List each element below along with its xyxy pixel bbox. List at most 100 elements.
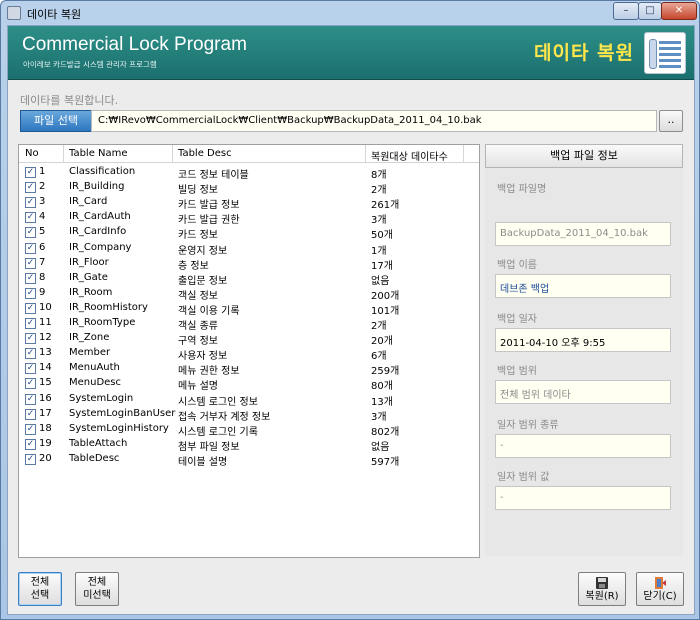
row-table-desc: 카드 발급 권한 bbox=[178, 215, 240, 227]
table-row[interactable]: ✓ 15 MenuDesc 메뉴 설명 80개 bbox=[19, 376, 479, 392]
minimize-button[interactable]: – bbox=[613, 2, 639, 20]
table-row[interactable]: ✓ 2 IR_Building 빌딩 정보 2개 bbox=[19, 180, 479, 197]
table-row[interactable]: ✓ 1 Classification 코드 정보 테이블 8개 bbox=[19, 165, 479, 181]
row-checkbox[interactable]: ✓ bbox=[25, 453, 36, 465]
table-row[interactable]: ✓ 3 IR_Card 카드 발급 정보 261개 bbox=[19, 195, 479, 212]
row-table-name: MenuAuth bbox=[69, 362, 120, 374]
row-table-name: IR_CardInfo bbox=[69, 226, 127, 238]
table-row[interactable]: ✓ 18 SystemLoginHistory 시스템 로그인 기록 802개 bbox=[19, 422, 479, 438]
row-restore-count: 20개 bbox=[371, 336, 393, 348]
restore-window: 데이타 복원 – □ ✕ Commercial Lock Program 아이레… bbox=[0, 0, 700, 620]
backup-file-name-field[interactable]: BackupData_2011_04_10.bak bbox=[495, 222, 671, 246]
row-restore-count: 50개 bbox=[371, 230, 393, 242]
row-checkbox[interactable]: ✓ bbox=[25, 227, 36, 239]
restore-button[interactable]: 복원(R) bbox=[578, 572, 626, 606]
row-checkbox[interactable]: ✓ bbox=[25, 423, 36, 435]
row-checkbox[interactable]: ✓ bbox=[25, 408, 36, 420]
row-table-desc: 카드 발급 정보 bbox=[178, 200, 240, 212]
row-checkbox[interactable]: ✓ bbox=[25, 438, 36, 450]
row-checkbox[interactable]: ✓ bbox=[25, 378, 36, 390]
row-table-name: TableDesc bbox=[69, 452, 120, 464]
table-row[interactable]: ✓ 17 SystemLoginBanUser 접속 거부자 계정 정보 3개 bbox=[19, 407, 479, 423]
table-row[interactable]: ✓ 14 MenuAuth 메뉴 권한 정보 259개 bbox=[19, 361, 479, 378]
window-title: 데이타 복원 bbox=[27, 8, 82, 21]
row-no: 1 bbox=[39, 166, 46, 177]
deselect-all-button[interactable]: 전체 미선택 bbox=[75, 572, 119, 606]
row-restore-count: 2개 bbox=[371, 321, 387, 332]
client-area: Commercial Lock Program 아이레보 카드발급 시스템 관리… bbox=[7, 25, 695, 615]
table-row[interactable]: ✓ 10 IR_RoomHistory 객실 이용 기록 101개 bbox=[19, 301, 479, 317]
row-no: 11 bbox=[39, 317, 52, 328]
table-row[interactable]: ✓ 19 TableAttach 첨부 파일 정보 없음 bbox=[19, 437, 479, 453]
column-header-no[interactable]: No bbox=[25, 148, 39, 159]
row-table-name: IR_Company bbox=[69, 241, 132, 253]
select-all-button[interactable]: 전체 선택 bbox=[18, 572, 62, 606]
row-table-desc: 카드 정보 bbox=[178, 230, 218, 242]
row-table-name: IR_Zone bbox=[69, 332, 110, 344]
row-checkbox[interactable]: ✓ bbox=[25, 363, 36, 375]
backup-info-header-button[interactable]: 백업 파일 정보 bbox=[485, 144, 683, 168]
row-no: 2 bbox=[39, 181, 46, 193]
row-table-desc: 객실 이용 기록 bbox=[178, 305, 240, 317]
table-row[interactable]: ✓ 12 IR_Zone 구역 정보 20개 bbox=[19, 331, 479, 348]
row-checkbox[interactable]: ✓ bbox=[25, 197, 36, 209]
row-table-name: IR_Room bbox=[69, 286, 113, 298]
table-row[interactable]: ✓ 11 IR_RoomType 객실 종류 2개 bbox=[19, 316, 479, 332]
row-table-desc: 테이블 설명 bbox=[178, 456, 228, 468]
row-checkbox[interactable]: ✓ bbox=[25, 242, 36, 254]
row-restore-count: 3개 bbox=[371, 215, 387, 227]
row-checkbox[interactable]: ✓ bbox=[25, 287, 36, 299]
row-table-desc: 빌딩 정보 bbox=[178, 185, 218, 197]
table-row[interactable]: ✓ 13 Member 사용자 정보 6개 bbox=[19, 346, 479, 362]
row-no: 7 bbox=[39, 256, 46, 268]
row-table-desc: 출입문 정보 bbox=[178, 275, 228, 287]
date-range-value-field[interactable]: - bbox=[495, 486, 671, 510]
instruction-text: 데이타를 복원합니다. bbox=[20, 94, 119, 107]
row-table-name: IR_Gate bbox=[69, 271, 108, 283]
program-title: Commercial Lock Program bbox=[22, 34, 247, 55]
table-row[interactable]: ✓ 4 IR_CardAuth 카드 발급 권한 3개 bbox=[19, 210, 479, 227]
close-button[interactable]: 닫기(C) bbox=[636, 572, 684, 606]
backup-date-field[interactable]: 2011-04-10 오후 9:55 bbox=[495, 328, 671, 352]
row-table-name: IR_Floor bbox=[69, 256, 109, 268]
row-checkbox[interactable]: ✓ bbox=[25, 167, 36, 178]
date-range-type-field[interactable]: - bbox=[495, 434, 671, 458]
title-bar[interactable]: 데이타 복원 – □ ✕ bbox=[1, 1, 699, 25]
row-checkbox[interactable]: ✓ bbox=[25, 257, 36, 269]
table-row[interactable]: ✓ 6 IR_Company 운영지 정보 1개 bbox=[19, 241, 479, 257]
column-header-table-name[interactable]: Table Name bbox=[69, 148, 128, 159]
table-row[interactable]: ✓ 8 IR_Gate 출입문 정보 없음 bbox=[19, 271, 479, 287]
row-table-desc: 시스템 로그인 기록 bbox=[178, 426, 258, 438]
row-table-name: IR_RoomType bbox=[69, 317, 136, 328]
file-select-button[interactable]: 파일 선택 bbox=[20, 110, 92, 132]
backup-name-field[interactable]: 데브존 백업 bbox=[495, 274, 671, 298]
table-row[interactable]: ✓ 9 IR_Room 객실 정보 200개 bbox=[19, 286, 479, 302]
row-checkbox[interactable]: ✓ bbox=[25, 333, 36, 345]
close-window-button[interactable]: ✕ bbox=[661, 2, 697, 20]
table-row[interactable]: ✓ 5 IR_CardInfo 카드 정보 50개 bbox=[19, 225, 479, 242]
column-header-table-desc[interactable]: Table Desc bbox=[178, 148, 232, 159]
row-table-name: TableAttach bbox=[69, 437, 128, 449]
table-row[interactable]: ✓ 16 SystemLogin 시스템 로그인 정보 13개 bbox=[19, 392, 479, 408]
deselect-all-label-line2: 미선택 bbox=[83, 590, 111, 601]
backup-range-field[interactable]: 전체 범위 데이타 bbox=[495, 380, 671, 404]
row-checkbox[interactable]: ✓ bbox=[25, 393, 36, 405]
maximize-button[interactable]: □ bbox=[638, 2, 662, 20]
column-header-restore-count[interactable]: 복원대상 데이타수 bbox=[371, 148, 448, 163]
row-checkbox[interactable]: ✓ bbox=[25, 318, 36, 329]
backup-path-field[interactable]: C:₩IRevo₩CommercialLock₩Client₩Backup₩Ba… bbox=[91, 110, 657, 132]
row-checkbox[interactable]: ✓ bbox=[25, 302, 36, 314]
table-list[interactable]: No Table Name Table Desc 복원대상 데이타수 ✓ 1 Cla… bbox=[18, 144, 480, 558]
row-restore-count: 259개 bbox=[371, 366, 400, 378]
row-checkbox[interactable]: ✓ bbox=[25, 212, 36, 224]
table-row[interactable]: ✓ 7 IR_Floor 층 정보 17개 bbox=[19, 256, 479, 272]
select-all-label-line2: 선택 bbox=[30, 590, 50, 601]
date-range-type-label: 일자 범위 종류 bbox=[497, 420, 559, 431]
row-restore-count: 2개 bbox=[371, 185, 387, 197]
browse-button[interactable]: .. bbox=[659, 110, 683, 132]
row-restore-count: 261개 bbox=[371, 200, 400, 212]
row-checkbox[interactable]: ✓ bbox=[25, 182, 36, 194]
row-checkbox[interactable]: ✓ bbox=[25, 272, 36, 284]
row-checkbox[interactable]: ✓ bbox=[25, 348, 36, 360]
table-row[interactable]: ✓ 20 TableDesc 테이블 설명 597개 bbox=[19, 452, 479, 468]
